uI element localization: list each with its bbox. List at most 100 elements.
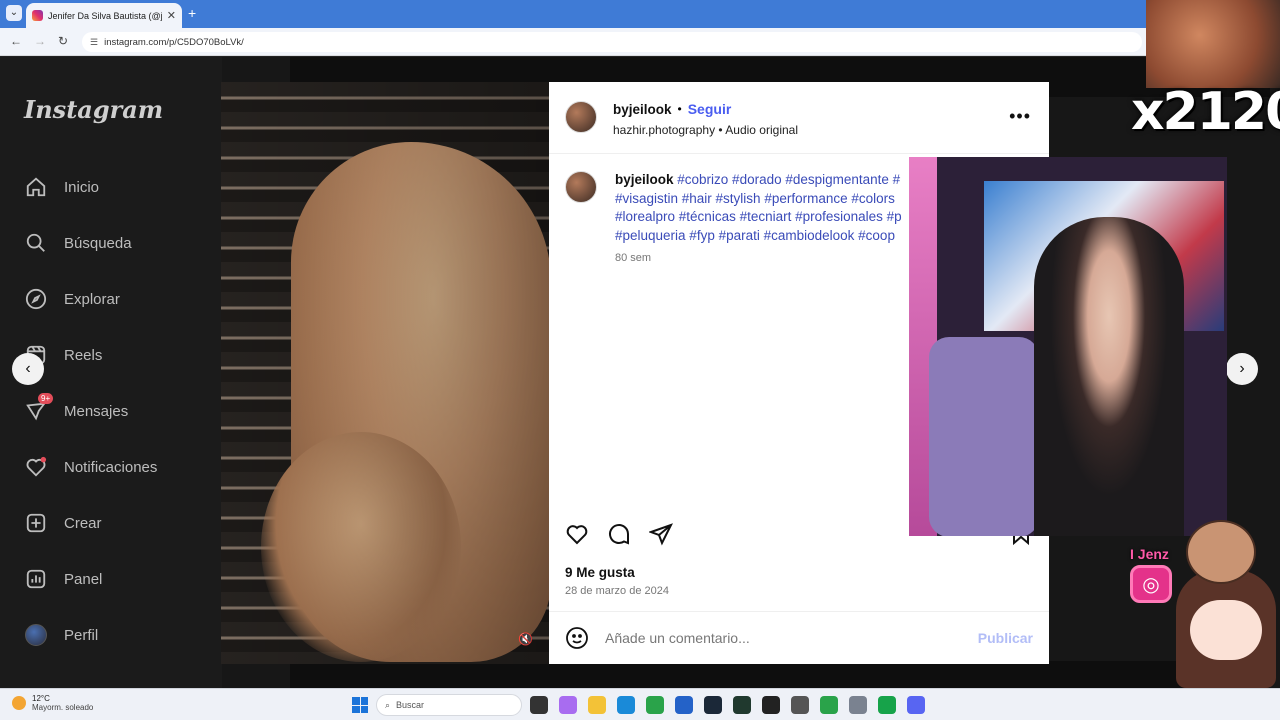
post-video[interactable]: 🔇 bbox=[221, 82, 549, 664]
url-text: instagram.com/p/C5DO70BoLVk/ bbox=[104, 36, 244, 48]
browser-tab[interactable]: Jenifer Da Silva Bautista (@jen ✕ bbox=[26, 3, 182, 28]
address-bar[interactable]: ☰ instagram.com/p/C5DO70BoLVk/ bbox=[82, 32, 1142, 52]
instagram-overlay-icon: ◎ bbox=[1130, 565, 1172, 603]
chrome-alt-icon[interactable] bbox=[820, 696, 838, 714]
sidebar-item-mensajes[interactable]: 9+ Mensajes bbox=[24, 393, 129, 423]
overlay-handle: I Jenz bbox=[1130, 546, 1169, 562]
muted-audio-icon[interactable]: 🔇 bbox=[518, 632, 533, 646]
steam-icon[interactable] bbox=[704, 696, 722, 714]
site-info-icon[interactable]: ☰ bbox=[90, 37, 98, 48]
sidebar-item-label: Mensajes bbox=[64, 402, 129, 420]
back-icon[interactable]: ← bbox=[10, 34, 22, 48]
emoji-icon[interactable] bbox=[565, 626, 589, 650]
windows-taskbar: 12°C Mayorm. soleado ⌕ Buscar bbox=[0, 688, 1280, 720]
search-icon: ⌕ bbox=[385, 699, 391, 710]
chrome-icon[interactable] bbox=[646, 696, 664, 714]
instagram-favicon-icon bbox=[32, 10, 43, 21]
bear-hat bbox=[1186, 520, 1256, 584]
sidebar-item-label: Panel bbox=[64, 570, 103, 588]
compass-icon bbox=[24, 287, 48, 311]
settings-icon[interactable] bbox=[849, 696, 867, 714]
avatar-icon bbox=[24, 623, 48, 647]
author-line: byjeilook • Seguir bbox=[613, 101, 732, 117]
streamer-webcam bbox=[909, 157, 1227, 536]
browser-toolbar: ← → ↻ ☰ instagram.com/p/C5DO70BoLVk/ ⧉ ⊕ bbox=[0, 28, 1280, 56]
home-icon bbox=[24, 175, 48, 199]
sidebar-item-notificaciones[interactable]: Notificaciones bbox=[24, 455, 157, 479]
sun-icon bbox=[12, 696, 26, 710]
discord-icon[interactable] bbox=[907, 696, 925, 714]
app-icon[interactable] bbox=[791, 696, 809, 714]
instagram-logo[interactable]: Instagram bbox=[24, 95, 163, 124]
sidebar-item-label: Notificaciones bbox=[64, 458, 158, 476]
chart-icon bbox=[24, 567, 48, 591]
hashtag-line[interactable]: #cobrizo #dorado #despigmentante # bbox=[677, 172, 900, 187]
sidebar-item-inicio[interactable]: Inicio bbox=[24, 175, 99, 199]
windows-start-icon[interactable] bbox=[352, 697, 368, 713]
store-icon[interactable] bbox=[675, 696, 693, 714]
weather-widget[interactable]: 12°C Mayorm. soleado bbox=[12, 694, 93, 712]
follow-button[interactable]: Seguir bbox=[688, 101, 732, 117]
copilot-icon[interactable] bbox=[559, 696, 577, 714]
taskbar-search-label: Buscar bbox=[396, 700, 425, 710]
epic-games-icon[interactable] bbox=[762, 696, 780, 714]
post-caption: byjeilook #cobrizo #dorado #despigmentan… bbox=[615, 171, 915, 245]
sidebar-item-label: Inicio bbox=[64, 178, 100, 196]
task-view-icon[interactable] bbox=[530, 696, 548, 714]
forward-icon[interactable]: → bbox=[34, 34, 46, 48]
like-count[interactable]: 9 Me gusta bbox=[565, 565, 635, 580]
post-header: byjeilook • Seguir hazhir.photography • … bbox=[549, 82, 1049, 154]
messenger-icon: 9+ bbox=[24, 393, 54, 423]
streaming-app-icon[interactable] bbox=[878, 696, 896, 714]
file-explorer-icon[interactable] bbox=[588, 696, 606, 714]
next-post-button[interactable]: › bbox=[1226, 353, 1258, 385]
streamer-person bbox=[1034, 217, 1184, 536]
close-tab-icon[interactable]: ✕ bbox=[167, 9, 176, 22]
new-tab-button[interactable]: + bbox=[188, 5, 196, 21]
caption-avatar[interactable] bbox=[565, 171, 597, 203]
author-username[interactable]: byjeilook bbox=[613, 102, 672, 117]
meme-face-overlay bbox=[1146, 0, 1280, 88]
sidebar-item-crear[interactable]: Crear bbox=[24, 511, 102, 535]
sidebar-item-explorar[interactable]: Explorar bbox=[24, 287, 120, 311]
caption-username[interactable]: byjeilook bbox=[615, 172, 674, 187]
like-heart-icon[interactable] bbox=[565, 522, 589, 546]
post-age: 80 sem bbox=[615, 252, 652, 264]
audio-credit[interactable]: hazhir.photography • Audio original bbox=[613, 123, 798, 137]
sidebar-item-label: Reels bbox=[64, 346, 103, 364]
taskbar-search[interactable]: ⌕ Buscar bbox=[376, 694, 522, 716]
post-date: 28 de marzo de 2024 bbox=[565, 585, 669, 597]
sidebar-item-busqueda[interactable]: Búsqueda bbox=[24, 231, 132, 255]
previous-post-button[interactable]: ‹ bbox=[12, 353, 44, 385]
search-icon bbox=[24, 231, 48, 255]
sidebar-item-label: Búsqueda bbox=[64, 234, 132, 252]
sidebar-item-label: Explorar bbox=[64, 290, 120, 308]
meme-counter-text: x2120 bbox=[1131, 82, 1280, 142]
messages-badge: 9+ bbox=[38, 393, 54, 404]
post-actions bbox=[565, 522, 673, 546]
background-feed-strip bbox=[290, 661, 1270, 688]
tab-title: Jenifer Da Silva Bautista (@jen bbox=[48, 10, 162, 21]
comment-input[interactable] bbox=[605, 630, 962, 646]
chibi-avatar-overlay bbox=[1172, 520, 1280, 688]
sidebar-item-perfil[interactable]: Perfil bbox=[24, 623, 98, 647]
reload-icon[interactable]: ↻ bbox=[58, 34, 68, 48]
sidebar-item-label: Perfil bbox=[64, 626, 99, 644]
comment-icon[interactable] bbox=[607, 522, 631, 546]
hashtag-line[interactable]: #lorealpro #técnicas #tecniart #profesio… bbox=[615, 208, 915, 227]
tab-list-button[interactable]: ⌄ bbox=[6, 5, 22, 21]
more-options-icon[interactable]: ••• bbox=[1009, 106, 1031, 127]
edge-icon[interactable] bbox=[617, 696, 635, 714]
taskbar-apps bbox=[530, 696, 925, 714]
sidebar-item-panel[interactable]: Panel bbox=[24, 567, 102, 591]
share-icon[interactable] bbox=[649, 522, 673, 546]
heart-icon bbox=[24, 455, 48, 479]
hashtag-line[interactable]: #peluqueria #fyp #parati #cambiodelook #… bbox=[615, 227, 915, 246]
publish-button[interactable]: Publicar bbox=[978, 630, 1033, 646]
plus-square-icon bbox=[24, 511, 48, 535]
temperature: 12°C bbox=[32, 694, 50, 703]
hashtag-line[interactable]: #visagistin #hair #stylish #performance … bbox=[615, 190, 915, 209]
author-avatar[interactable] bbox=[565, 101, 597, 133]
xbox-icon[interactable] bbox=[733, 696, 751, 714]
weather-text: Mayorm. soleado bbox=[32, 703, 94, 712]
